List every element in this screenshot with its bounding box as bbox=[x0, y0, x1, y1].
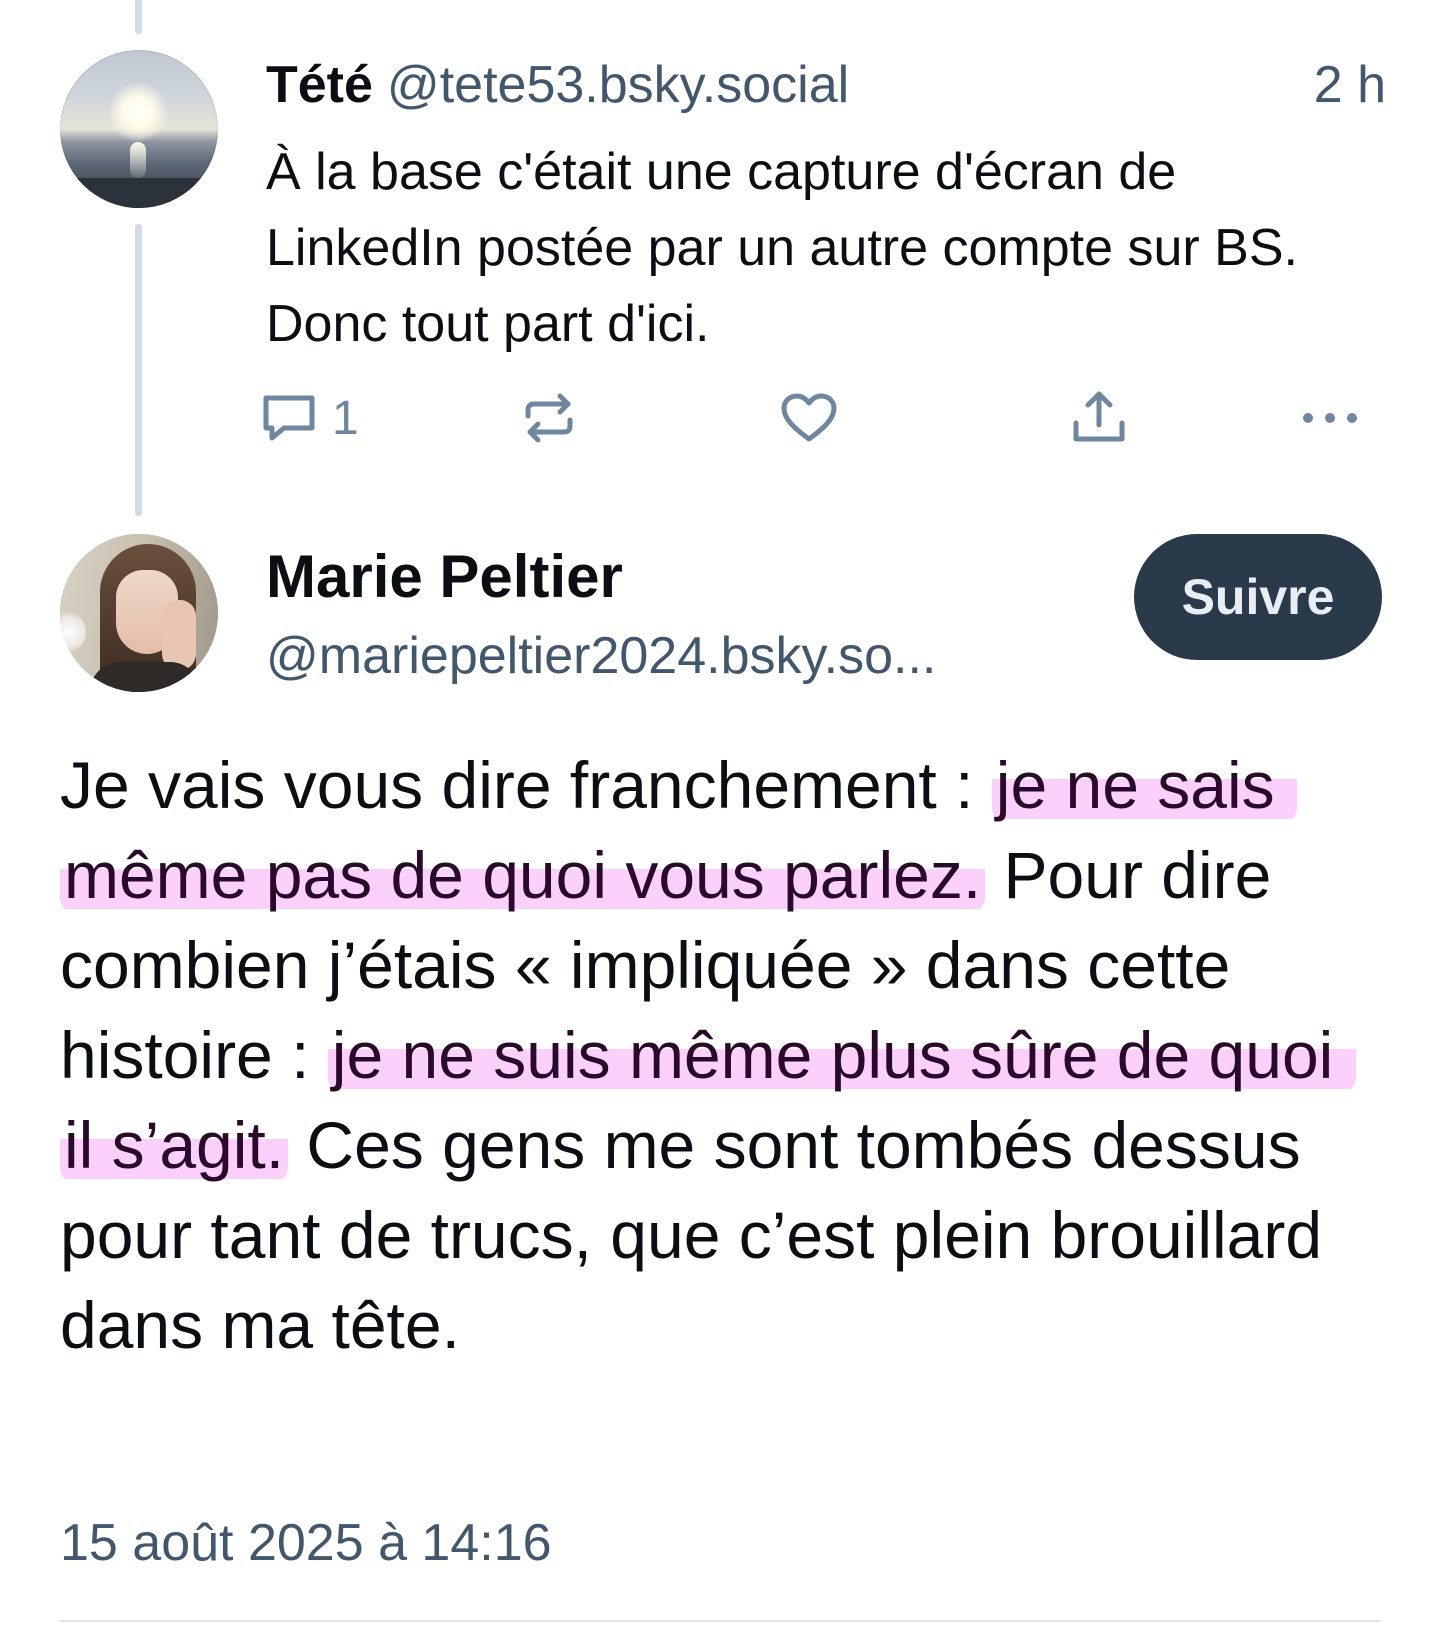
divider bbox=[60, 1620, 1380, 1622]
avatar-shirt-graphic bbox=[90, 662, 200, 692]
post-text-segment: Je vais vous dire franchement : bbox=[60, 748, 992, 822]
avatar-tete[interactable] bbox=[60, 50, 218, 208]
parent-post-display-name[interactable]: Tété bbox=[266, 56, 373, 114]
repost-arrows-icon bbox=[520, 392, 578, 444]
follow-button[interactable]: Suivre bbox=[1134, 534, 1382, 660]
repost-button[interactable] bbox=[520, 386, 578, 450]
reply-button[interactable]: 1 bbox=[260, 386, 359, 450]
share-button[interactable] bbox=[1070, 386, 1128, 450]
avatar-hand-graphic bbox=[162, 600, 196, 670]
main-post-date: 15 août 2025 à 14:16 bbox=[60, 1514, 552, 1572]
reply-count: 1 bbox=[332, 391, 359, 445]
like-button[interactable] bbox=[780, 386, 838, 450]
avatar-reflection-graphic bbox=[130, 142, 146, 178]
parent-post-handle[interactable]: @tete53.bsky.social bbox=[387, 56, 849, 114]
main-post-text: Je vais vous dire franchement : je ne sa… bbox=[60, 740, 1380, 1370]
parent-post-text: À la base c'était une capture d'écran de… bbox=[266, 143, 1298, 353]
main-post-display-name[interactable]: Marie Peltier bbox=[266, 540, 623, 614]
heart-icon bbox=[780, 392, 838, 444]
ellipsis-icon bbox=[1300, 410, 1360, 426]
more-options-button[interactable] bbox=[1300, 386, 1360, 450]
avatar-marie-peltier[interactable] bbox=[60, 534, 218, 692]
thread-line-top bbox=[135, 0, 142, 34]
speech-bubble-icon bbox=[260, 392, 318, 444]
parent-post-actions: 1 bbox=[260, 386, 1390, 450]
parent-post-time[interactable]: 2 h bbox=[1314, 52, 1386, 118]
avatar-sun-graphic bbox=[108, 82, 168, 142]
share-upload-icon bbox=[1070, 389, 1128, 447]
parent-post-header: Tété @tete53.bsky.social 2 h bbox=[266, 52, 1386, 118]
main-post-handle[interactable]: @mariepeltier2024.bsky.so... bbox=[266, 623, 936, 689]
thread-line bbox=[135, 224, 142, 516]
avatar-sea-graphic bbox=[60, 178, 218, 208]
